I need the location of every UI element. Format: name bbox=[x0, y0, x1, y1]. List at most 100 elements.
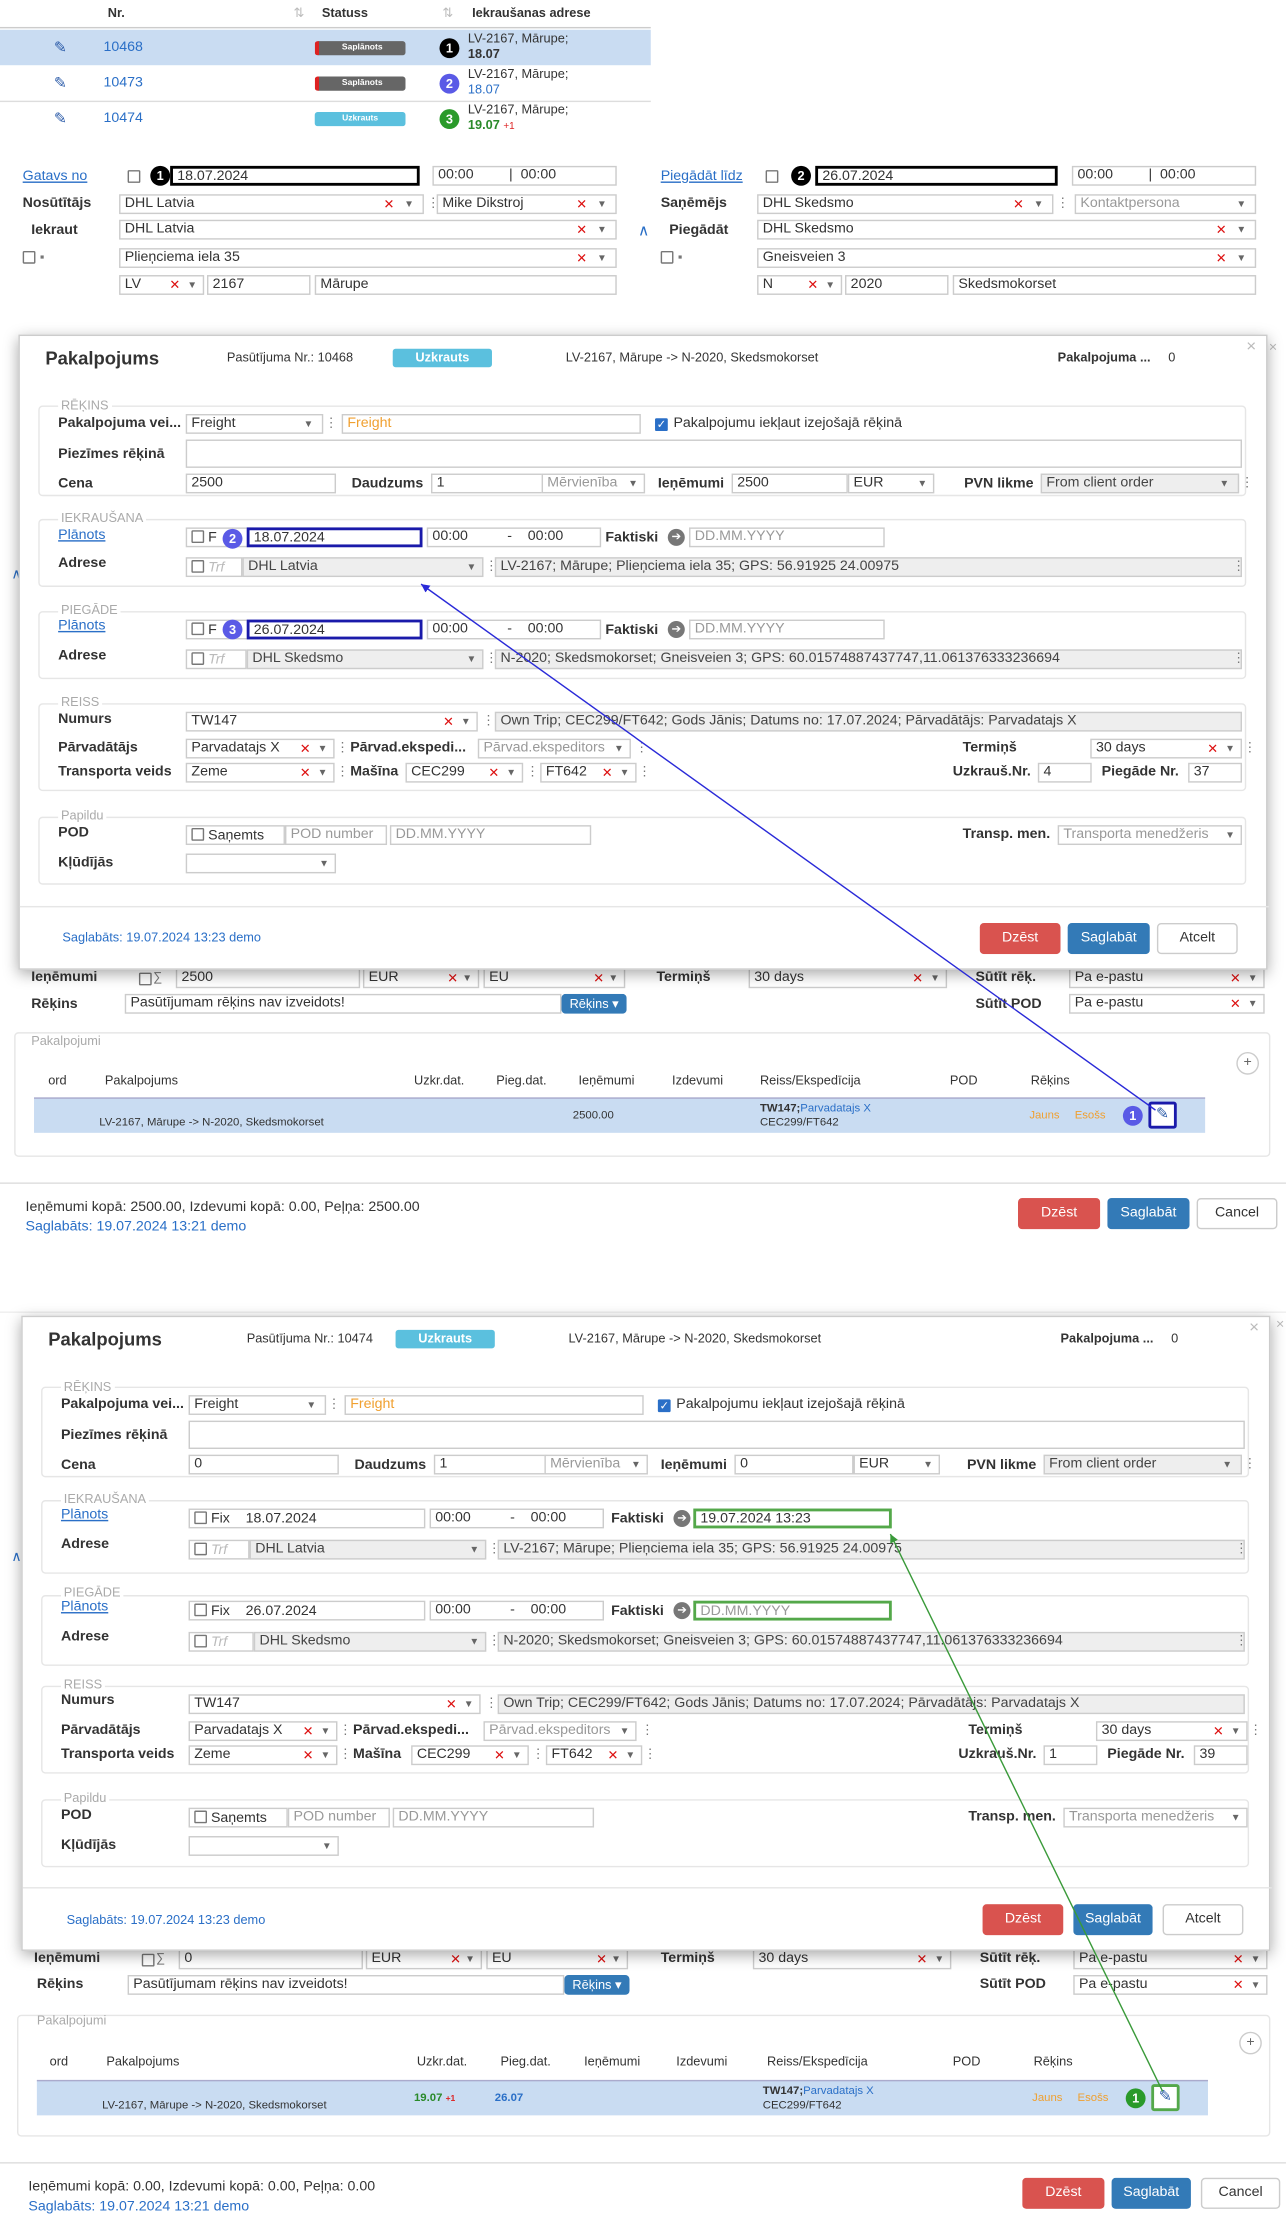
load-date-input[interactable]: Fix 18.07.2024 bbox=[188, 1508, 426, 1529]
actual-date-input[interactable]: DD.MM.YYYY bbox=[689, 527, 885, 548]
zip-input[interactable]: 2020 bbox=[845, 275, 949, 295]
table-row[interactable]: ✎ 10468 Saplānots 1 LV-2167, Mārupe; 18.0… bbox=[0, 29, 651, 66]
more-icon[interactable]: ⋮ bbox=[1241, 475, 1254, 491]
cancel-button[interactable]: Cancel bbox=[1200, 2177, 1281, 2209]
more-icon[interactable]: ⋮ bbox=[644, 1747, 657, 1763]
delivery-nr-input[interactable]: 37 bbox=[1188, 762, 1242, 783]
forwarder-select[interactable]: Pārvad.ekspeditors ▼ bbox=[483, 1721, 637, 1742]
add-service-button[interactable]: + bbox=[1239, 2031, 1262, 2055]
trf-toggle[interactable]: Trf bbox=[185, 557, 243, 578]
load-time-range[interactable]: 00:00 - 00:00 bbox=[429, 1508, 604, 1529]
sum-checkbox[interactable] bbox=[141, 1953, 155, 1967]
invoice-existing-link[interactable]: Esošs bbox=[1075, 1109, 1106, 1122]
chevron-up-icon[interactable]: ∧ bbox=[11, 1550, 21, 1566]
transport-type-select[interactable]: Zeme ✕ ▼ bbox=[185, 762, 335, 783]
more-icon[interactable]: ⋮ bbox=[1232, 559, 1245, 575]
trailer-select[interactable]: FT642 ✕ ▼ bbox=[540, 762, 637, 783]
delivery-date-input[interactable]: 26.07.2024 bbox=[246, 619, 423, 640]
more-icon[interactable]: ⋮ bbox=[641, 1723, 654, 1739]
order-nr[interactable]: 10468 bbox=[103, 40, 142, 56]
save-button[interactable]: Saglabāt bbox=[1107, 1198, 1190, 1230]
pod-received-toggle[interactable]: Saņemts bbox=[185, 825, 285, 846]
qty-input[interactable]: 1 bbox=[431, 473, 545, 494]
invoice-existing-link[interactable]: Esošs bbox=[1078, 2091, 1109, 2104]
loading-nr-input[interactable]: 1 bbox=[1043, 1745, 1098, 1766]
delete-button[interactable]: Dzēst bbox=[1022, 2177, 1105, 2209]
delete-button[interactable]: Dzēst bbox=[979, 922, 1061, 955]
city-input[interactable]: Mārupe bbox=[314, 275, 617, 295]
delivery-time-range[interactable]: 00:00 - 00:00 bbox=[429, 1600, 604, 1621]
trailer-select[interactable]: FT642 ✕ ▼ bbox=[545, 1745, 643, 1766]
forwarder-select[interactable]: Pārvad.ekspeditors ▼ bbox=[477, 738, 631, 759]
gatavs-no-link[interactable]: Gatavs no bbox=[23, 169, 88, 185]
arrow-right-icon[interactable]: ➔ bbox=[667, 620, 685, 639]
contact-select[interactable]: Kontaktpersona ▼ bbox=[1074, 194, 1257, 215]
close-icon[interactable]: × bbox=[1246, 336, 1256, 356]
service-trip[interactable]: TW147;Parvadatajs X CEC299/FT642 bbox=[760, 1102, 871, 1130]
piegadat-lidz-link[interactable]: Piegādāt līdz bbox=[661, 169, 743, 185]
term-select[interactable]: 30 days ✕ ▼ bbox=[752, 1949, 952, 1970]
truck-select[interactable]: CEC299 ✕ ▼ bbox=[411, 1745, 529, 1766]
more-icon[interactable]: ⋮ bbox=[325, 415, 338, 431]
more-icon[interactable]: ⋮ bbox=[1249, 1723, 1262, 1739]
term-select[interactable]: 30 days ✕ ▼ bbox=[1090, 738, 1242, 759]
revenue-input[interactable]: 0 bbox=[734, 1454, 854, 1475]
price-input[interactable]: 2500 bbox=[185, 473, 337, 494]
transport-manager-select[interactable]: Transporta menedžeris ▼ bbox=[1057, 825, 1242, 846]
load-address-select[interactable]: DHL Latvia ▼ bbox=[242, 557, 484, 578]
delivery-date-input[interactable]: Fix 26.07.2024 bbox=[188, 1600, 426, 1621]
more-icon[interactable]: ⋮ bbox=[1243, 1456, 1256, 1472]
qty-input[interactable]: 1 bbox=[433, 1454, 548, 1475]
send-pod-select[interactable]: Pa e-pastu ✕ ▼ bbox=[1073, 1974, 1268, 1995]
arrow-right-icon[interactable]: ➔ bbox=[667, 528, 685, 546]
more-icon[interactable]: ⋮ bbox=[526, 764, 539, 780]
invoice-new-link[interactable]: Jauns bbox=[1029, 1109, 1059, 1122]
service-trip[interactable]: TW147;Parvadatajs X CEC299/FT642 bbox=[763, 2084, 874, 2112]
currency-select[interactable]: EUR ▼ bbox=[853, 1454, 941, 1475]
pod-date-input[interactable]: DD.MM.YYYY bbox=[389, 825, 592, 846]
more-icon[interactable]: ⋮ bbox=[1243, 740, 1256, 756]
trf-toggle[interactable]: Trf bbox=[188, 1631, 254, 1652]
table-row[interactable]: LV-2167, Mārupe -> N-2020, Skedsmokorset… bbox=[34, 1097, 1206, 1133]
ready-date-input[interactable]: 18.07.2024 bbox=[170, 165, 420, 186]
street-input[interactable]: Plieņciema iela 35 ✕ ▼ bbox=[119, 248, 617, 268]
service-name-input[interactable]: Freight bbox=[341, 413, 641, 434]
country-select[interactable]: N ✕ ▼ bbox=[757, 275, 843, 295]
arrow-right-icon[interactable]: ➔ bbox=[673, 1509, 691, 1527]
vat-select[interactable]: From client order ▼ bbox=[1040, 473, 1240, 494]
sender-select[interactable]: DHL Latvia ✕ ▼ bbox=[119, 194, 424, 215]
currency-select[interactable]: EUR ✕ ▼ bbox=[362, 968, 480, 989]
order-nr[interactable]: 10474 bbox=[103, 111, 142, 127]
more-icon[interactable]: ⋮ bbox=[638, 764, 651, 780]
close-icon[interactable]: × bbox=[1249, 1317, 1259, 1337]
invoice-new-link[interactable]: Jauns bbox=[1032, 2091, 1062, 2104]
service-type-select[interactable]: Freight ▼ bbox=[188, 1395, 327, 1415]
fix-toggle[interactable]: F bbox=[185, 527, 254, 548]
truck-select[interactable]: CEC299 ✕ ▼ bbox=[405, 762, 524, 783]
zip-input[interactable]: 2167 bbox=[206, 275, 311, 295]
revenue-input[interactable]: 0 bbox=[178, 1949, 363, 1970]
add-service-button[interactable]: + bbox=[1236, 1052, 1260, 1075]
error-select[interactable]: ▼ bbox=[185, 853, 337, 874]
notes-textarea[interactable] bbox=[185, 439, 1242, 468]
service-type-select[interactable]: Freight ▼ bbox=[185, 413, 324, 434]
send-invoice-select[interactable]: Pa e-pastu ✕ ▼ bbox=[1069, 968, 1265, 989]
planned-link[interactable]: Plānots bbox=[58, 527, 105, 543]
delivery-time-range[interactable]: 00:00 - 00:00 bbox=[426, 619, 602, 640]
edit-icon[interactable]: ✎ bbox=[54, 109, 67, 128]
table-row[interactable]: LV-2167, Mārupe -> N-2020, Skedsmokorset… bbox=[36, 2079, 1208, 2116]
delivery-nr-input[interactable]: 39 bbox=[1193, 1745, 1248, 1766]
save-button[interactable]: Saglabāt bbox=[1111, 2177, 1191, 2209]
send-invoice-select[interactable]: Pa e-pastu ✕ ▼ bbox=[1073, 1949, 1268, 1970]
term-select[interactable]: 30 days ✕ ▼ bbox=[1095, 1721, 1248, 1742]
trf-toggle[interactable]: Trf bbox=[188, 1539, 250, 1560]
loading-place-select[interactable]: DHL Latvia ✕ ▼ bbox=[119, 219, 617, 240]
fix-checkbox[interactable] bbox=[765, 170, 779, 183]
more-icon[interactable]: ⋮ bbox=[1235, 1541, 1248, 1557]
country-select[interactable]: LV ✕ ▼ bbox=[119, 275, 205, 295]
receiver-select[interactable]: DHL Skedsmo ✕ ▼ bbox=[757, 194, 1054, 215]
save-address-checkbox[interactable] bbox=[660, 250, 674, 264]
price-input[interactable]: 0 bbox=[188, 1454, 339, 1475]
save-button[interactable]: Saglabāt bbox=[1067, 922, 1150, 955]
transport-type-select[interactable]: Zeme ✕ ▼ bbox=[188, 1745, 338, 1766]
